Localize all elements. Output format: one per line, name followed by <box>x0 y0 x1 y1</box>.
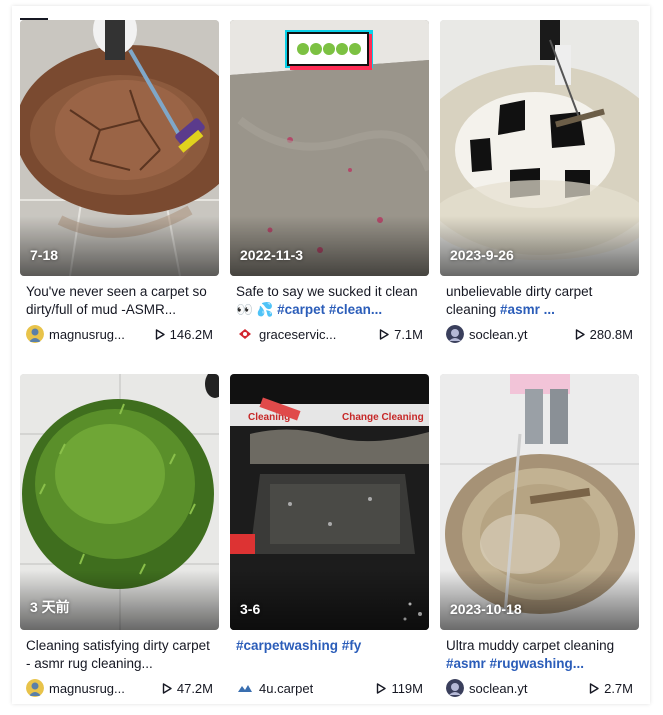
caption-text: You've never seen a carpet so dirty/full… <box>26 284 207 317</box>
video-thumbnail[interactable]: 2023-10-18 <box>440 374 639 630</box>
thumbnail-gradient <box>440 570 639 630</box>
play-count: 2.7M <box>589 681 633 696</box>
post-date: 2023-10-18 <box>450 601 522 617</box>
overlay-text-right: Change Cleaning <box>342 412 424 423</box>
author-name[interactable]: magnusrug... <box>49 327 125 342</box>
video-card[interactable]: 2022-11-3 Safe to say we sucked it clean… <box>230 20 429 362</box>
author-link[interactable]: 4u.carpet <box>236 679 313 697</box>
video-meta: magnusrug... 146.2M <box>20 324 219 344</box>
video-thumbnail[interactable]: Cleaning Change Cleaning 3-6 <box>230 374 429 630</box>
play-icon <box>377 682 387 694</box>
caption-hashtags[interactable]: #asmr ... <box>500 302 555 317</box>
author-link[interactable]: graceservic... <box>236 325 336 343</box>
video-caption[interactable]: You've never seen a carpet so dirty/full… <box>20 283 219 319</box>
video-thumbnail[interactable]: 2022-11-3 <box>230 20 429 276</box>
play-count-value: 7.1M <box>394 326 423 342</box>
video-thumbnail[interactable]: 3 天前 <box>20 374 219 630</box>
post-date: 3 天前 <box>30 599 70 615</box>
caption-hashtags[interactable]: #carpet #clean... <box>277 302 382 317</box>
video-meta: 4u.carpet 119M <box>230 678 429 698</box>
caption-text: Ultra muddy carpet cleaning <box>446 638 615 653</box>
play-icon <box>155 328 165 340</box>
author-link[interactable]: magnusrug... <box>26 325 125 343</box>
video-caption[interactable]: #carpetwashing #fy <box>230 637 429 673</box>
video-meta: graceservic... 7.1M <box>230 324 429 344</box>
play-count-value: 280.8M <box>589 326 633 342</box>
play-count: 47.2M <box>162 681 213 696</box>
person-avatar-icon <box>26 679 44 697</box>
author-name[interactable]: graceservic... <box>259 327 336 342</box>
post-date: 3-6 <box>240 601 261 617</box>
play-count: 146.2M <box>155 327 213 342</box>
author-name[interactable]: magnusrug... <box>49 681 125 696</box>
play-count: 7.1M <box>379 327 423 342</box>
author-link[interactable]: soclean.yt <box>446 325 528 343</box>
video-card[interactable]: 2023-9-26 unbelievable dirty carpet clea… <box>440 20 639 362</box>
play-icon <box>379 328 389 340</box>
video-caption[interactable]: Ultra muddy carpet cleaning #asmr #rugwa… <box>440 637 639 673</box>
video-caption[interactable]: Safe to say we sucked it clean 👀 💦 #carp… <box>230 283 429 319</box>
video-meta: magnusrug... 47.2M <box>20 678 219 698</box>
thumbnail-gradient <box>440 216 639 276</box>
video-thumbnail[interactable]: 7-18 <box>20 20 219 276</box>
play-count: 280.8M <box>575 327 633 342</box>
play-icon <box>162 682 172 694</box>
play-icon <box>575 328 585 340</box>
caption-hashtags[interactable]: #carpetwashing #fy <box>236 638 361 653</box>
post-date: 2023-9-26 <box>450 247 514 263</box>
caption-text: Cleaning satisfying dirty carpet - asmr … <box>26 638 210 671</box>
grace-logo-icon <box>236 325 254 343</box>
author-link[interactable]: magnusrug... <box>26 679 125 697</box>
play-count-value: 47.2M <box>176 680 213 696</box>
caption-hashtags[interactable]: #asmr #rugwashing... <box>446 656 584 671</box>
author-name[interactable]: 4u.carpet <box>259 681 313 696</box>
post-date: 7-18 <box>30 247 59 263</box>
post-date: 2022-11-3 <box>240 247 304 263</box>
video-card[interactable]: 3 天前 Cleaning satisfying dirty carpet - … <box>20 374 219 715</box>
thumbnail-gradient <box>230 570 429 630</box>
video-card[interactable]: 2023-10-18 Ultra muddy carpet cleaning #… <box>440 374 639 715</box>
play-count-value: 2.7M <box>604 680 633 696</box>
4u-logo-icon <box>236 679 254 697</box>
video-card[interactable]: 7-18 You've never seen a carpet so dirty… <box>20 20 219 362</box>
thumbnail-gradient <box>230 216 429 276</box>
video-meta: soclean.yt 2.7M <box>440 678 639 698</box>
soclean-avatar-icon <box>446 679 464 697</box>
video-meta: soclean.yt 280.8M <box>440 324 639 344</box>
video-card[interactable]: Cleaning Change Cleaning 3-6 #carpetwash… <box>230 374 429 715</box>
author-link[interactable]: soclean.yt <box>446 679 528 697</box>
author-name[interactable]: soclean.yt <box>469 327 528 342</box>
video-thumbnail[interactable]: 2023-9-26 <box>440 20 639 276</box>
soclean-avatar-icon <box>446 325 464 343</box>
person-avatar-icon <box>26 325 44 343</box>
play-count-value: 119M <box>391 680 423 696</box>
play-count-value: 146.2M <box>169 326 213 342</box>
author-name[interactable]: soclean.yt <box>469 681 528 696</box>
play-count: 119M <box>376 681 423 696</box>
video-caption[interactable]: Cleaning satisfying dirty carpet - asmr … <box>20 637 219 673</box>
thumbnail-gradient <box>20 216 219 276</box>
video-grid: 7-18 You've never seen a carpet so dirty… <box>20 20 640 715</box>
video-caption[interactable]: unbelievable dirty carpet cleaning #asmr… <box>440 283 639 319</box>
play-icon <box>589 682 599 694</box>
